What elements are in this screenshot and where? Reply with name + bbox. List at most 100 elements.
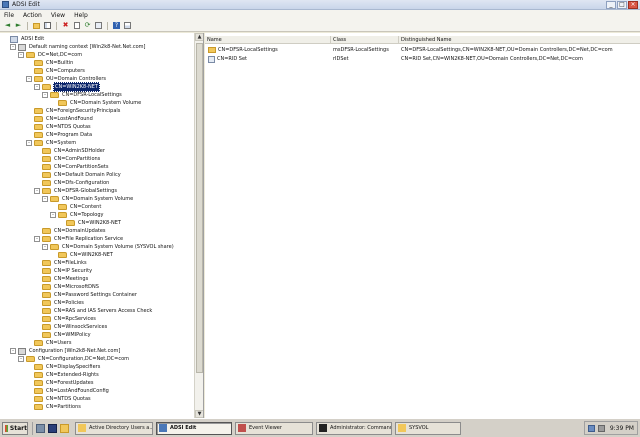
taskbar-button[interactable]: Administrator: Command... [316,421,392,435]
powershell-icon[interactable] [48,423,57,433]
taskbar-button[interactable]: SYSVOL [395,421,461,435]
tree-node[interactable]: CN=Extended-Rights [26,371,100,379]
tree-node-label[interactable]: CN=Extended-Rights [45,371,100,379]
show-tree-icon[interactable] [43,21,52,30]
tree-node[interactable]: CN=Default Domain Policy [34,171,122,179]
tree-node[interactable]: - CN=System [26,139,77,147]
column-header-name[interactable]: Name [205,36,331,44]
tree-node-label[interactable]: CN=NTDS Quotas [45,123,92,131]
tree-node[interactable]: CN=WIN2K8-NET [50,251,114,259]
tree-node-label[interactable]: CN=DomainUpdates [53,227,107,235]
tree-node[interactable]: - CN=File Replication Service [34,235,124,243]
tree-node[interactable]: CN=Program Data [26,131,93,139]
tree-node-label[interactable]: CN=NTDS Quotas [45,395,92,403]
tree-node-label[interactable]: CN=WIN2K8-NET [77,219,122,227]
tree-node[interactable]: - CN=Domain System Volume [42,195,134,203]
tree-node-label[interactable]: CN=MicrosoftDNS [53,283,100,291]
tree-node[interactable]: CN=Policies [34,299,85,307]
start-button[interactable]: Start [2,421,28,435]
menu-view[interactable]: View [51,12,65,19]
collapse-toggle-icon[interactable]: - [26,76,32,82]
close-button[interactable]: × [628,0,638,9]
tree-node-label[interactable]: CN=LostAndFound [45,115,94,123]
tree-node[interactable]: CN=ForestUpdates [26,379,94,387]
tree-node-label[interactable]: CN=Configuration,DC=Net,DC=com [37,355,130,363]
tree-node[interactable]: - CN=Topology [50,211,105,219]
export-icon[interactable] [94,21,103,30]
tree-node-label[interactable]: CN=LostAndFoundConfig [45,387,110,395]
tree-node[interactable]: CN=MicrosoftDNS [34,283,100,291]
tree-node[interactable]: CN=LostAndFoundConfig [26,387,110,395]
tree-node[interactable]: CN=IP Security [34,267,93,275]
collapse-toggle-icon[interactable]: - [42,196,48,202]
title-bar[interactable]: ADSI Edit _ □ × [0,0,640,10]
tree-node[interactable]: - Default naming context [Win2k8-Net.Net.… [10,43,146,51]
tree-node[interactable]: - Configuration [Win2k8-Net.Net.com] [10,347,121,355]
collapse-toggle-icon[interactable]: - [42,244,48,250]
tree-node[interactable]: CN=RAS and IAS Servers Access Check [34,307,153,315]
show-hide-icon[interactable] [123,21,132,30]
tree-pane[interactable]: ADSI Edit - Default naming context [Win2k8… [0,33,204,418]
tree-node-label[interactable]: CN=WIN2K8-NET [69,251,114,259]
tree-node[interactable]: CN=AdminSDHolder [34,147,106,155]
tree-node-label[interactable]: CN=Domain System Volume [61,195,134,203]
taskbar-button[interactable]: Event Viewer [235,421,313,435]
tree-node-label[interactable]: CN=Password Settings Container [53,291,138,299]
tree-node[interactable]: CN=Dfs-Configuration [34,179,110,187]
server-manager-icon[interactable] [36,423,45,433]
scroll-up-icon[interactable]: ▲ [195,33,203,41]
tree-node[interactable]: CN=Partitions [26,403,82,411]
delete-icon[interactable]: ✖ [61,21,70,30]
tree-node[interactable]: CN=ComPartitions [34,155,101,163]
tree-node[interactable]: CN=NTDS Quotas [26,395,92,403]
menu-file[interactable]: File [4,12,14,19]
help-icon[interactable]: ? [112,21,121,30]
tree-node-label[interactable]: CN=RpcServices [53,315,97,323]
scroll-thumb[interactable] [196,43,203,373]
tree-node[interactable]: - CN=DFSR-LocalSettings [42,91,123,99]
tree-node-label[interactable]: DC=Net,DC=com [37,51,83,59]
collapse-toggle-icon[interactable]: - [34,236,40,242]
menu-action[interactable]: Action [23,12,42,19]
tree-node[interactable]: CN=Password Settings Container [34,291,138,299]
tree-node[interactable]: CN=Computers [26,67,86,75]
tree-node-label[interactable]: CN=AdminSDHolder [53,147,106,155]
tree-node[interactable]: - DC=Net,DC=com [18,51,83,59]
tree-node-label[interactable]: CN=RAS and IAS Servers Access Check [53,307,153,315]
tree-node[interactable]: CN=Users [26,339,72,347]
tree-node-label[interactable]: CN=Domain System Volume (SYSVOL share) [61,243,175,251]
properties-icon[interactable] [72,21,81,30]
tree-node-label[interactable]: CN=Domain System Volume [69,99,142,107]
tree-node-label[interactable]: CN=ComPartitionSets [53,163,110,171]
taskbar-button[interactable]: Active Directory Users a... [75,421,153,435]
tree-node[interactable]: - CN=DFSR-GlobalSettings [34,187,118,195]
scroll-down-icon[interactable]: ▼ [195,410,203,418]
back-icon[interactable]: ◄ [3,21,12,30]
collapse-toggle-icon[interactable]: - [34,84,40,90]
tree-node-label[interactable]: CN=Partitions [45,403,82,411]
collapse-toggle-icon[interactable]: - [34,188,40,194]
tree-node-label[interactable]: CN=DisplaySpecifiers [45,363,101,371]
volume-icon[interactable] [597,424,605,432]
tree-node[interactable]: - CN=Configuration,DC=Net,DC=com [18,355,130,363]
tree-node[interactable]: CN=ForeignSecurityPrincipals [26,107,121,115]
tree-node[interactable]: CN=Domain System Volume [50,99,142,107]
explorer-icon[interactable] [60,423,69,433]
refresh-icon[interactable]: ⟳ [83,21,92,30]
tree-node[interactable]: CN=Content [50,203,102,211]
tree-node-label[interactable]: Default naming context [Win2k8-Net.Net.c… [28,43,146,51]
network-icon[interactable] [587,424,595,432]
tree-node-label[interactable]: CN=Builtin [45,59,74,67]
collapse-toggle-icon[interactable]: - [18,356,24,362]
clock[interactable]: 9:39 PM [610,425,634,432]
tree-node-label[interactable]: CN=ComPartitions [53,155,101,163]
tree-scrollbar[interactable]: ▲ ▼ [194,33,203,418]
tree-node-label[interactable]: CN=Policies [53,299,85,307]
tree-node-label[interactable]: CN=IP Security [53,267,93,275]
tree-node-label[interactable]: CN=ForeignSecurityPrincipals [45,107,121,115]
list-item[interactable]: CN=RID Set rIDSet CN=RID Set,CN=WIN2K8-NET… [205,55,640,63]
forward-icon[interactable]: ► [14,21,23,30]
tree-node-label[interactable]: CN=System [45,139,77,147]
tree-node[interactable]: CN=WMIPolicy [34,331,92,339]
tree-node[interactable]: CN=FileLinks [34,259,88,267]
